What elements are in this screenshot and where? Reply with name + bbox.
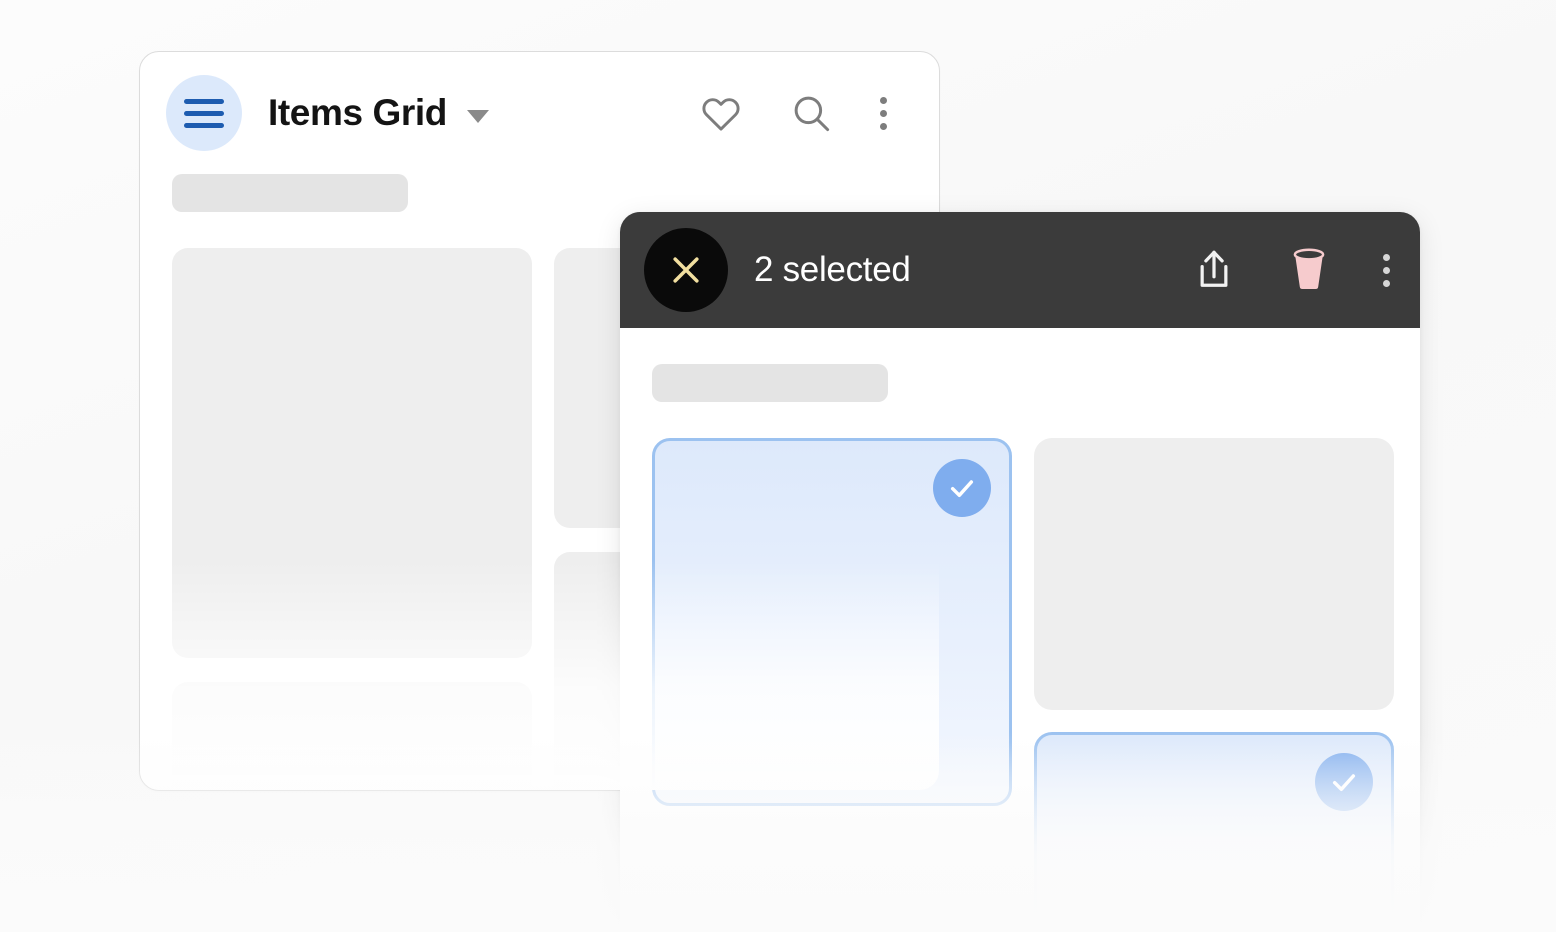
selection-count-label: 2 selected	[754, 250, 911, 289]
share-icon[interactable]	[1193, 248, 1235, 292]
delete-icon[interactable]	[1287, 247, 1331, 293]
background-grid-column	[172, 248, 532, 790]
selection-grid-column	[652, 438, 1012, 806]
screen: Items Grid 2 selected	[0, 0, 1556, 932]
header-actions	[700, 92, 913, 134]
selection-grid-column	[1034, 438, 1394, 932]
hamburger-menu-icon[interactable]	[166, 75, 242, 151]
check-icon[interactable]	[1315, 753, 1373, 811]
kebab-dot	[1383, 253, 1390, 261]
overflow-menu-icon[interactable]	[880, 96, 887, 130]
check-icon[interactable]	[933, 459, 991, 517]
search-icon[interactable]	[790, 92, 832, 134]
selection-window: 2 selected	[620, 212, 1420, 932]
background-window-header: Items Grid	[140, 52, 939, 174]
hamburger-bar	[184, 98, 224, 104]
overflow-menu-icon[interactable]	[1383, 253, 1390, 287]
selection-toolbar-actions	[1193, 247, 1390, 293]
kebab-dot	[1383, 266, 1390, 274]
content-placeholder-bar	[172, 174, 408, 212]
chevron-down-icon[interactable]	[467, 109, 489, 123]
list-item-selected[interactable]	[1034, 732, 1394, 932]
close-x-icon[interactable]	[644, 228, 728, 312]
kebab-dot	[880, 109, 887, 117]
list-item-selected[interactable]	[652, 438, 1012, 806]
page-title: Items Grid	[268, 92, 447, 133]
list-item[interactable]	[172, 248, 532, 658]
selection-toolbar: 2 selected	[620, 212, 1420, 328]
selection-card-grid	[652, 438, 1394, 932]
kebab-dot	[880, 96, 887, 104]
kebab-dot	[1383, 279, 1390, 287]
kebab-dot	[880, 122, 887, 130]
hamburger-bar	[184, 122, 224, 128]
list-item[interactable]	[1034, 438, 1394, 710]
favorite-icon[interactable]	[700, 94, 742, 132]
content-placeholder-bar	[652, 364, 888, 402]
hamburger-bar	[184, 110, 224, 116]
selection-window-body	[620, 328, 1420, 932]
list-item[interactable]	[172, 682, 532, 790]
